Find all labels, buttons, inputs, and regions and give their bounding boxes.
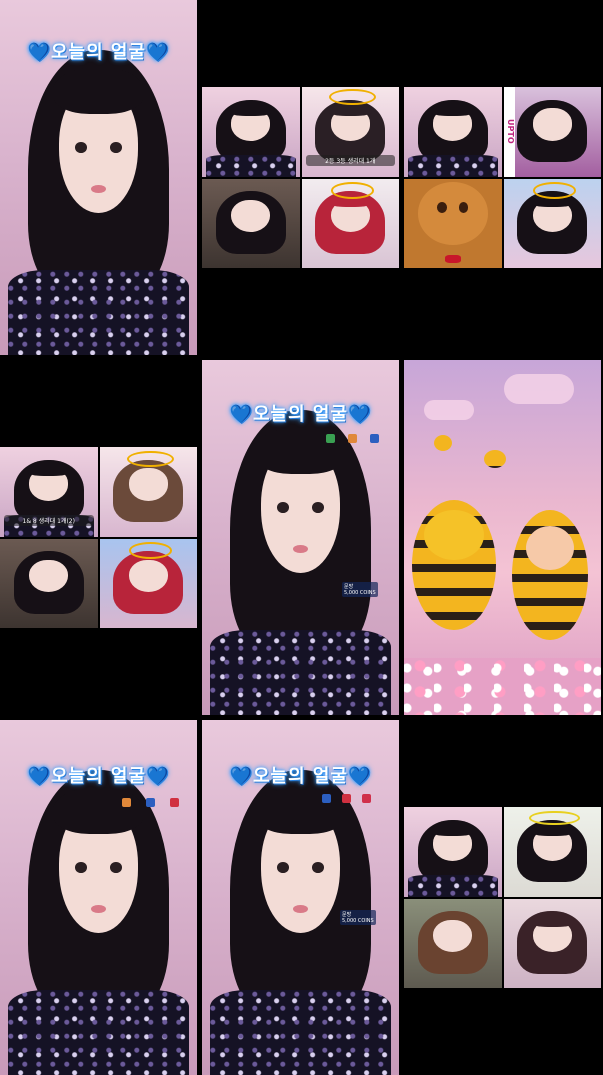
grid-image: [404, 898, 502, 988]
bee-illustration-tile: [404, 360, 601, 715]
banner-title: 💙오늘의 얼굴💙: [229, 766, 372, 787]
bee-illustration: [404, 360, 601, 715]
gift-icon: [146, 798, 155, 807]
grid-image: [503, 807, 601, 897]
portrait-tile-2: 💙오늘의 얼굴💙 문방 5,000 COINS: [202, 360, 399, 715]
portrait-tile-4: 💙오늘의 얼굴💙 문방 5,000 COINS: [202, 720, 399, 1075]
heart-icon: 💙: [348, 766, 372, 787]
grid-image: [503, 898, 601, 988]
heart-icon: 💙: [229, 766, 253, 787]
grid-image: [202, 178, 300, 268]
grid-image: [202, 87, 300, 177]
collage-grid-4: [404, 807, 601, 988]
grid-image: 2등 3등 생리대 1개: [301, 87, 399, 177]
fox-icon: [348, 434, 357, 443]
grid-image: [301, 178, 399, 268]
heart-icon: 💙: [229, 404, 253, 425]
flower-icon: [342, 794, 351, 803]
child-in-bee-costume: [512, 510, 588, 640]
heart-icon: 💙: [348, 404, 372, 425]
caption: 1& 8 생리대 1개(2): [4, 514, 94, 526]
grid-image: [0, 538, 98, 628]
grid-image: [99, 447, 197, 537]
heart-icon: [362, 794, 371, 803]
bee-character: [412, 500, 496, 630]
grid-image: [404, 807, 502, 897]
coin-label: 문방 5,000 COINS: [340, 910, 376, 925]
portrait-tile-3: 💙오늘의 얼굴💙: [0, 720, 197, 1075]
grid-image: UPTO: [503, 87, 601, 177]
collage-grid-3: 1& 8 생리대 1개(2): [0, 447, 197, 628]
portrait-tile-1: 💙오늘의 얼굴💙: [0, 0, 197, 355]
heart-icon: 💙: [146, 42, 170, 63]
small-bee-icon: [484, 450, 506, 468]
flower-icon: [170, 798, 179, 807]
small-bee-icon: [434, 435, 452, 451]
grid-image: [503, 178, 601, 268]
flower-field: [404, 658, 601, 715]
banner-title: 💙오늘의 얼굴💙: [27, 766, 170, 787]
banner-title: 💙오늘의 얼굴💙: [229, 404, 372, 425]
heart-icon: 💙: [27, 42, 51, 63]
gift-icon: [370, 434, 379, 443]
coin-label: 문방 5,000 COINS: [342, 582, 378, 597]
gingerbread-image: [404, 178, 502, 268]
caption: 2등 3등 생리대 1개: [305, 154, 395, 166]
gift-icon: [326, 434, 335, 443]
collage-grid-2: UPTO: [404, 87, 601, 268]
grid-image: [99, 538, 197, 628]
grid-image: [404, 87, 502, 177]
grid-image: 1& 8 생리대 1개(2): [0, 447, 98, 537]
heart-icon: 💙: [27, 766, 51, 787]
banner-title: 💙오늘의 얼굴💙: [27, 42, 170, 63]
heart-icon: 💙: [146, 766, 170, 787]
side-banner: UPTO: [503, 87, 516, 177]
gift-icon: [322, 794, 331, 803]
collage-grid-1: 2등 3등 생리대 1개: [202, 87, 399, 268]
fox-icon: [122, 798, 131, 807]
